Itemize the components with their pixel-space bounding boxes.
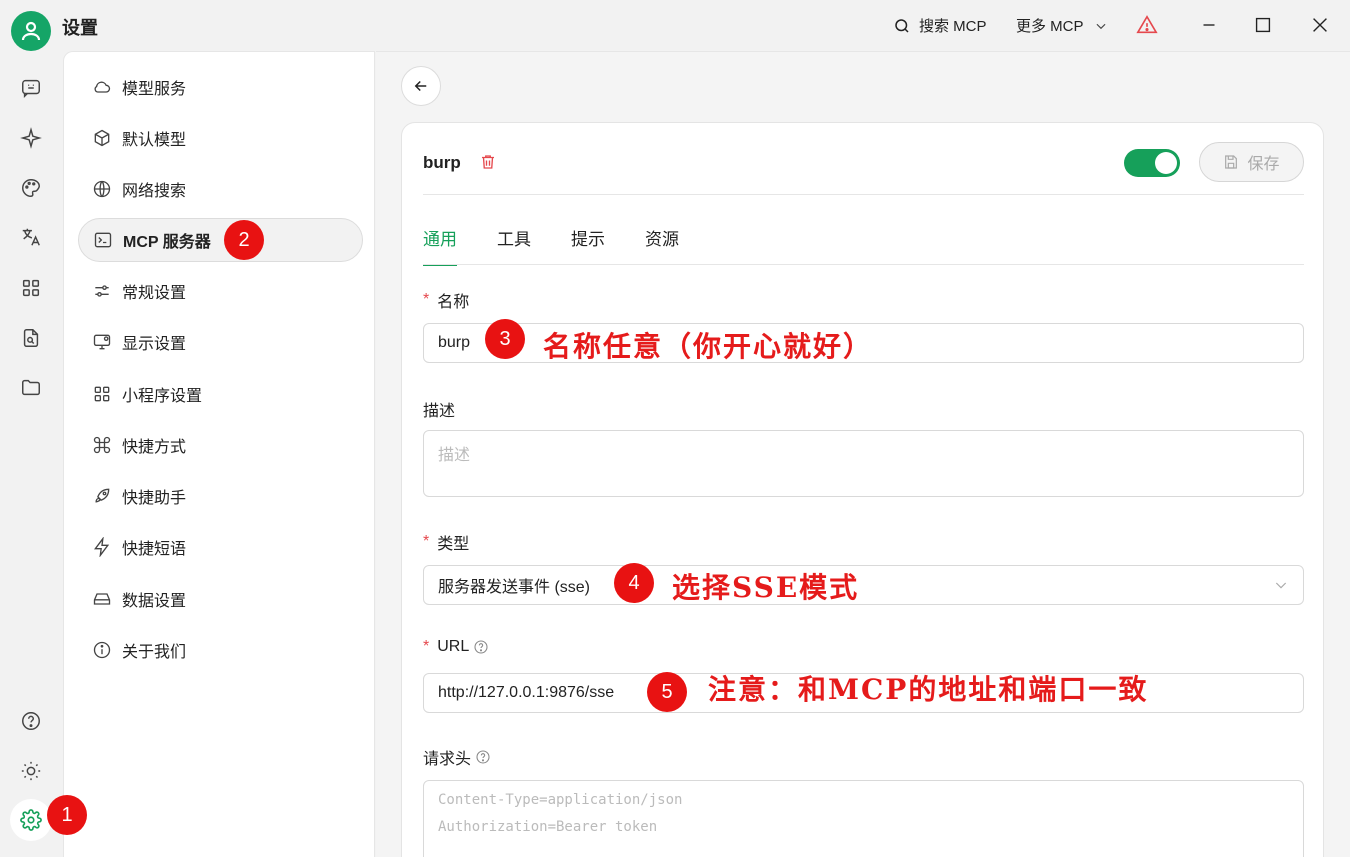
type-annotation: 选择SSE模式 (672, 571, 860, 604)
step-badge-1: 1 (47, 795, 87, 835)
tab-tools[interactable]: 工具 (497, 225, 531, 266)
description-label: 描述 (423, 403, 456, 420)
chevron-down-icon (1275, 582, 1287, 589)
tab-prompts[interactable]: 提示 (571, 225, 605, 266)
theme-icon[interactable] (20, 760, 42, 782)
arrow-left-icon (414, 80, 427, 92)
grid-icon (94, 386, 110, 402)
menu-item-quick-assistant[interactable]: 快捷助手 (78, 474, 363, 518)
apps-grid-icon[interactable] (20, 277, 42, 299)
menu-item-web-search[interactable]: 网络搜索 (78, 167, 363, 211)
headers-label: 请求头 (423, 745, 491, 769)
menu-item-default-model[interactable]: 默认模型 (78, 116, 363, 160)
menu-item-miniapp-settings[interactable]: 小程序设置 (78, 372, 363, 416)
sliders-icon (95, 285, 109, 297)
monitor-icon (93, 334, 111, 350)
save-label: 保存 (1247, 156, 1280, 173)
close-icon[interactable] (1309, 14, 1331, 36)
type-label: * 类型 (423, 533, 470, 553)
menu-item-mcp-servers[interactable]: MCP 服务器 (78, 218, 363, 262)
maximize-icon[interactable] (1252, 14, 1274, 36)
info-icon (93, 641, 111, 659)
menu-item-data-settings[interactable]: 数据设置 (78, 577, 363, 621)
more-mcp-label: 更多 MCP (1016, 18, 1084, 35)
step-badge-4: 4 (614, 563, 654, 603)
palette-icon[interactable] (20, 177, 42, 199)
menu-item-general-settings[interactable]: 常规设置 (78, 269, 363, 313)
main-content: burp 保存 通用 工具 提示 资源 * 名称 burp 描述 描述 * 类型… (376, 51, 1350, 857)
globe-icon (93, 180, 111, 198)
url-label: * URL (423, 638, 489, 656)
tab-general[interactable]: 通用 (423, 225, 457, 266)
delete-icon[interactable] (479, 153, 497, 176)
chevron-down-icon (1096, 23, 1106, 29)
search-mcp-button[interactable]: 搜索 MCP (893, 15, 987, 36)
search-icon (895, 18, 909, 33)
menu-item-model-service[interactable]: 模型服务 (78, 65, 363, 109)
menu-item-label: 显示设置 (122, 336, 187, 353)
menu-item-label: 模型服务 (122, 81, 187, 98)
tab-bar: 通用 工具 提示 资源 (423, 225, 719, 266)
window-title: 设置 (62, 18, 98, 38)
icon-rail (0, 0, 63, 857)
help-circle-icon[interactable] (475, 749, 491, 765)
warning-icon[interactable] (1136, 14, 1158, 41)
save-icon (1225, 155, 1238, 169)
sparkle-icon[interactable] (20, 127, 42, 149)
menu-item-display-settings[interactable]: 显示设置 (78, 320, 363, 364)
menu-item-label: 网络搜索 (122, 183, 187, 200)
type-select[interactable]: 服务器发送事件 (sse) (423, 565, 1304, 605)
menu-item-label: 快捷助手 (122, 490, 187, 507)
headers-input[interactable]: Content-Type=application/json Authorizat… (423, 780, 1304, 857)
settings-menu: 模型服务 默认模型 网络搜索 MCP 服务器 常规设置 显示设置 小程序设置 快… (63, 51, 375, 857)
server-name: burp (423, 153, 461, 172)
menu-item-label: 默认模型 (122, 132, 187, 149)
file-search-icon[interactable] (20, 327, 42, 349)
menu-item-label: 快捷方式 (122, 439, 187, 456)
cube-icon (94, 129, 110, 147)
menu-item-label: 小程序设置 (122, 388, 203, 405)
help-icon[interactable] (20, 710, 42, 732)
menu-item-label: 数据设置 (122, 593, 187, 610)
translate-icon[interactable] (20, 226, 42, 248)
menu-item-shortcuts[interactable]: 快捷方式 (78, 423, 363, 467)
zap-icon (94, 537, 110, 557)
minimize-icon[interactable] (1198, 14, 1220, 36)
settings-icon[interactable] (10, 799, 52, 841)
menu-item-quick-phrases[interactable]: 快捷短语 (78, 525, 363, 569)
step-badge-5: 5 (647, 672, 687, 712)
rocket-icon (95, 488, 110, 503)
folder-icon[interactable] (20, 377, 42, 399)
chat-icon[interactable] (20, 77, 42, 99)
command-icon (93, 436, 111, 454)
tab-resources[interactable]: 资源 (645, 225, 679, 266)
help-circle-icon[interactable] (473, 639, 489, 655)
back-button[interactable] (401, 66, 441, 106)
menu-item-label: MCP 服务器 (123, 234, 211, 251)
avatar[interactable] (11, 11, 51, 51)
divider (423, 194, 1304, 195)
description-input[interactable]: 描述 (423, 430, 1304, 497)
step-badge-2: 2 (224, 220, 264, 260)
url-annotation: 注意：和MCP的地址和端口一致 (708, 673, 1149, 706)
terminal-icon (94, 232, 112, 248)
menu-item-label: 快捷短语 (122, 541, 187, 558)
hard-drive-icon (93, 593, 111, 605)
search-mcp-label: 搜索 MCP (919, 18, 987, 35)
menu-item-about[interactable]: 关于我们 (78, 628, 363, 672)
name-annotation: 名称任意（你开心就好） (543, 330, 874, 363)
more-mcp-dropdown[interactable]: 更多 MCP (1016, 15, 1108, 36)
menu-item-label: 常规设置 (122, 285, 187, 302)
server-config-card: burp 保存 通用 工具 提示 资源 * 名称 burp 描述 描述 * 类型… (401, 122, 1324, 857)
name-label: * 名称 (423, 291, 470, 311)
tabs-divider (423, 264, 1304, 265)
menu-item-label: 关于我们 (122, 644, 187, 661)
step-badge-3: 3 (485, 319, 525, 359)
save-button[interactable]: 保存 (1199, 142, 1304, 182)
cloud-icon (94, 81, 111, 93)
server-enabled-toggle[interactable] (1124, 149, 1180, 177)
